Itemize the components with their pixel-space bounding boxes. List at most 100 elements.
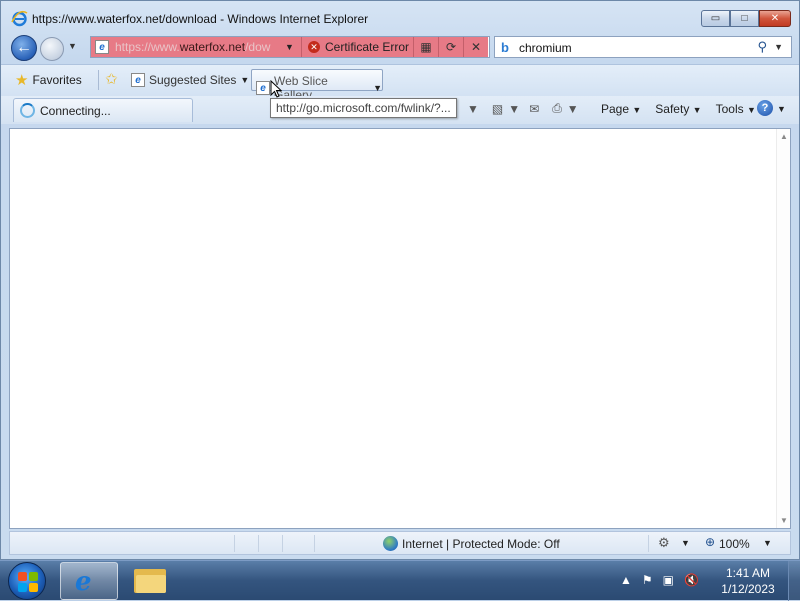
search-box[interactable]: b chromium ⚲ ▼ [494,36,792,58]
page-ie-icon: e [95,40,109,54]
chevron-down-icon: ▼ [692,105,702,115]
web-slice-ie-icon: e [256,81,270,95]
show-hidden-icons-icon[interactable]: ▲ [620,573,632,587]
home-dropdown-icon[interactable]: ▼ [467,102,479,116]
action-center-flag-icon[interactable]: ⚑ [642,573,653,587]
tools-menu[interactable]: Tools ▼ [716,102,756,116]
suggested-sites-button[interactable]: e Suggested Sites ▼ [131,73,249,87]
close-button[interactable]: ✕ [759,10,791,27]
network-icon[interactable]: ▣ [663,573,674,587]
status-separator [648,535,649,552]
maximize-button[interactable]: □ [730,10,759,27]
zoom-dropdown-icon[interactable]: ▼ [763,538,772,548]
favorites-star-icon: ★ [15,72,29,89]
chevron-down-icon: ▼ [632,105,642,115]
feeds-dropdown-icon[interactable]: ▼ [508,102,520,116]
back-button[interactable]: ← [11,35,37,61]
stop-icon: ✕ [470,40,482,54]
navigation-bar: ← ▼ e https://www.waterfox.net/dow ▼ ✕ C… [1,35,799,61]
address-bar[interactable]: e https://www.waterfox.net/dow ▼ ✕ Certi… [90,36,490,58]
window-controls: ▭ □ ✕ [701,10,791,27]
forward-button[interactable] [40,37,64,61]
bing-icon: b [501,40,509,55]
show-desktop-button[interactable] [788,561,800,601]
link-tooltip: http://go.microsoft.com/fwlink/?... [270,98,457,118]
address-dropdown-icon[interactable]: ▼ [285,42,294,52]
favorites-bar: ★ Favorites ✩ e Suggested Sites ▼ e Web … [1,64,799,102]
status-separator [314,535,315,552]
safety-menu[interactable]: Safety ▼ [655,102,701,116]
minimize-icon: ▭ [710,13,721,24]
url-field[interactable]: e https://www.waterfox.net/dow ▼ [91,37,301,57]
suggested-sites-ie-icon: e [131,73,145,87]
print-icon[interactable]: ⎙ [552,101,562,116]
refresh-button[interactable]: ⟳ [438,37,463,57]
taskbar-internet-explorer-button[interactable]: e [60,562,118,600]
clock-time: 1:41 AM [725,566,771,580]
taskbar: e ▲ ⚑ ▣ 🔇 1:41 AM 1/12/2023 [0,560,800,601]
tab-connecting[interactable]: Connecting... [13,98,193,122]
separator [98,70,99,90]
back-arrow-icon: ← [16,39,32,56]
url-text[interactable]: https://www.waterfox.net/dow [115,40,281,54]
clock-date: 1/12/2023 [721,582,775,596]
start-button[interactable] [8,562,46,600]
internet-explorer-icon: e [75,567,92,597]
command-icons: ▼ ▧ ▼ ✉ ⎙ ▼ [467,101,584,116]
page-content[interactable]: ▲ ▼ [9,128,791,529]
zoom-level[interactable]: 100% [719,537,750,551]
error-shield-icon: ✕ [308,41,320,53]
zoom-icon[interactable]: ⊕ [705,535,715,549]
command-menus: Page ▼ Safety ▼ Tools ▼ [601,102,756,116]
vertical-scrollbar[interactable]: ▲ ▼ [776,129,790,528]
rss-feeds-icon[interactable]: ▧ [492,102,503,116]
system-tray: ▲ ⚑ ▣ 🔇 [620,573,699,587]
suggested-sites-label: Suggested Sites [149,73,237,87]
ie-logo-icon [11,10,28,27]
taskbar-windows-explorer-button[interactable] [134,569,166,593]
add-to-favorites-bar-icon[interactable]: ✩ [105,70,118,88]
compatibility-view-icon: ▦ [420,40,432,54]
print-dropdown-icon[interactable]: ▼ [567,102,579,116]
loading-spinner-icon [20,103,35,118]
scroll-down-icon[interactable]: ▼ [780,516,788,525]
close-icon: ✕ [770,13,780,24]
clock[interactable]: 1:41 AM 1/12/2023 [716,565,780,597]
status-separator [258,535,259,552]
maximize-icon: □ [741,13,748,24]
chevron-down-icon[interactable]: ▼ [681,538,690,548]
add-ons-icon[interactable]: ⚙ [658,535,670,551]
security-zone-text: Internet | Protected Mode: Off [402,537,560,551]
search-options-dropdown-icon[interactable]: ▼ [774,42,783,52]
scroll-up-icon[interactable]: ▲ [780,132,788,141]
volume-muted-icon[interactable]: 🔇 [684,573,699,587]
title-bar: https://www.waterfox.net/download - Wind… [1,1,799,35]
tab-title: Connecting... [40,104,111,118]
chevron-down-icon: ▼ [373,83,382,93]
compatibility-view-button[interactable]: ▦ [413,37,438,57]
chevron-down-icon: ▼ [240,75,250,85]
certificate-error-button[interactable]: ✕ Certificate Error [301,37,413,57]
certificate-error-label: Certificate Error [325,40,410,54]
page-menu[interactable]: Page ▼ [601,102,641,116]
stop-button[interactable]: ✕ [463,37,488,57]
status-separator [282,535,283,552]
status-separator [234,535,235,552]
chevron-down-icon: ▼ [746,105,756,115]
refresh-icon: ⟳ [445,40,457,54]
minimize-button[interactable]: ▭ [701,10,730,27]
status-bar: Internet | Protected Mode: Off ⚙ ▼ ⊕ 100… [9,531,791,555]
help-dropdown-icon[interactable]: ▼ [777,104,786,114]
recent-pages-dropdown-icon[interactable]: ▼ [68,41,77,51]
window-title: https://www.waterfox.net/download - Wind… [32,12,369,26]
favorites-button[interactable]: ★ Favorites [15,71,82,89]
favorites-label: Favorites [32,73,82,87]
help-icon[interactable]: ? [757,100,773,116]
read-mail-icon[interactable]: ✉ [529,102,539,116]
search-input[interactable]: chromium [519,41,572,55]
mouse-pointer-icon [270,80,282,98]
ie-window: https://www.waterfox.net/download - Wind… [0,0,800,560]
windows-logo-icon [18,572,38,592]
search-icon[interactable]: ⚲ [757,39,767,55]
internet-zone-globe-icon [383,536,398,551]
